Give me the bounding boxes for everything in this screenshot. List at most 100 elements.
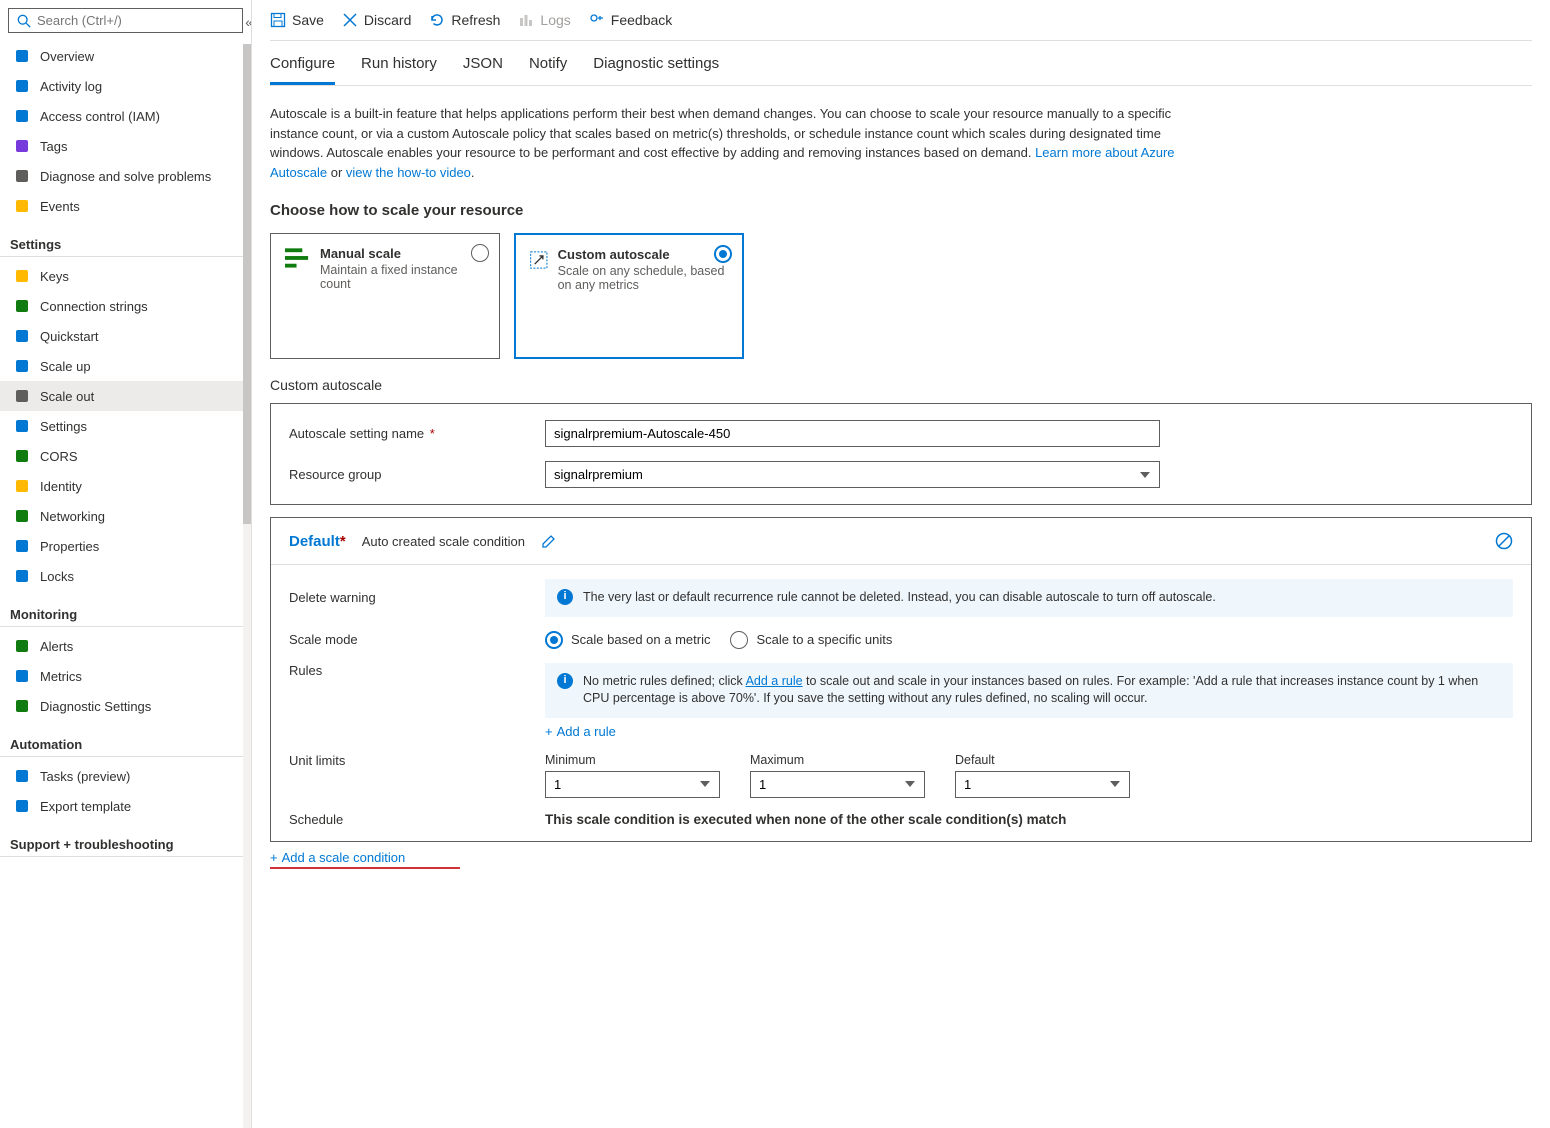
info-icon: i (557, 673, 573, 689)
sidebar-item-scale-out[interactable]: Scale out (0, 381, 251, 411)
tags-icon (14, 138, 30, 154)
scaleup-icon (14, 358, 30, 374)
condition-header: Default* Auto created scale condition (271, 518, 1531, 565)
gear-icon (14, 418, 30, 434)
discard-icon (342, 12, 358, 28)
sidebar-item-connection-strings[interactable]: Connection strings (0, 291, 251, 321)
rules-label: Rules (289, 663, 545, 678)
manual-scale-sub: Maintain a fixed instance count (320, 263, 485, 291)
sidebar-item-label: Tasks (preview) (40, 769, 130, 784)
default-label: Default (955, 753, 1130, 767)
networking-icon (14, 508, 30, 524)
delete-condition-icon[interactable] (1495, 532, 1513, 550)
alerts-icon (14, 638, 30, 654)
refresh-button[interactable]: Refresh (429, 12, 500, 28)
custom-autoscale-icon (530, 247, 548, 273)
resource-group-label: Resource group (289, 467, 545, 482)
custom-autoscale-title: Custom autoscale (558, 247, 728, 262)
sidebar-item-label: Quickstart (40, 329, 99, 344)
autoscale-name-input[interactable] (545, 420, 1160, 447)
sidebar-item-properties[interactable]: Properties (0, 531, 251, 561)
sidebar-section-support-troubleshooting: Support + troubleshooting (0, 827, 243, 857)
save-icon (270, 12, 286, 28)
manual-scale-icon (285, 246, 310, 268)
sidebar-item-cors[interactable]: CORS (0, 441, 251, 471)
howto-video-link[interactable]: view the how-to video (346, 165, 471, 180)
sidebar-item-diagnostic-settings[interactable]: Diagnostic Settings (0, 691, 251, 721)
sidebar-item-tasks-preview-[interactable]: Tasks (preview) (0, 761, 251, 791)
diag-settings-icon (14, 698, 30, 714)
events-icon (14, 198, 30, 214)
activity-log-icon (14, 78, 30, 94)
sidebar-item-overview[interactable]: Overview (0, 41, 251, 71)
logs-button: Logs (518, 12, 570, 28)
autoscale-settings-panel: Autoscale setting name * Resource group (270, 403, 1532, 505)
sidebar-item-activity-log[interactable]: Activity log (0, 71, 251, 101)
delete-warning-label: Delete warning (289, 590, 545, 605)
resource-group-select[interactable] (545, 461, 1160, 488)
feedback-button[interactable]: Feedback (589, 12, 672, 28)
custom-autoscale-radio[interactable] (714, 245, 732, 263)
search-box[interactable] (8, 8, 243, 33)
sidebar-section-settings: Settings (0, 227, 243, 257)
tab-diagnostic-settings[interactable]: Diagnostic settings (593, 55, 719, 85)
sidebar-item-locks[interactable]: Locks (0, 561, 251, 591)
custom-autoscale-card[interactable]: Custom autoscale Scale on any schedule, … (514, 233, 744, 359)
tab-notify[interactable]: Notify (529, 55, 567, 85)
tab-configure[interactable]: Configure (270, 55, 335, 85)
save-button[interactable]: Save (270, 12, 324, 28)
sidebar-item-label: Alerts (40, 639, 73, 654)
diagnose-icon (14, 168, 30, 184)
custom-autoscale-heading: Custom autoscale (270, 377, 1532, 393)
search-input[interactable] (37, 13, 234, 28)
discard-button[interactable]: Discard (342, 12, 411, 28)
schedule-label: Schedule (289, 812, 545, 827)
delete-warning-box: i The very last or default recurrence ru… (545, 579, 1513, 617)
minimum-select[interactable] (545, 771, 720, 798)
export-icon (14, 798, 30, 814)
add-scale-condition-link[interactable]: + Add a scale condition (270, 850, 460, 869)
autoscale-name-label: Autoscale setting name * (289, 426, 545, 441)
sidebar-item-access-control-iam-[interactable]: Access control (IAM) (0, 101, 251, 131)
refresh-label: Refresh (451, 12, 500, 28)
add-rule-inline-link[interactable]: Add a rule (746, 674, 803, 688)
properties-icon (14, 538, 30, 554)
manual-scale-title: Manual scale (320, 246, 485, 261)
default-select[interactable] (955, 771, 1130, 798)
sidebar-item-metrics[interactable]: Metrics (0, 661, 251, 691)
manual-scale-radio[interactable] (471, 244, 489, 262)
maximum-label: Maximum (750, 753, 925, 767)
tab-run-history[interactable]: Run history (361, 55, 437, 85)
sidebar-item-label: Metrics (40, 669, 82, 684)
sidebar-item-alerts[interactable]: Alerts (0, 631, 251, 661)
collapse-sidebar-icon[interactable]: « (245, 14, 252, 30)
sidebar-item-diagnose-and-solve-problems[interactable]: Diagnose and solve problems (0, 161, 251, 191)
sidebar-item-identity[interactable]: Identity (0, 471, 251, 501)
locks-icon (14, 568, 30, 584)
sidebar-item-label: Access control (IAM) (40, 109, 160, 124)
sidebar-item-networking[interactable]: Networking (0, 501, 251, 531)
sidebar-item-label: Tags (40, 139, 67, 154)
add-rule-link[interactable]: + Add a rule (545, 724, 616, 739)
identity-icon (14, 478, 30, 494)
main-content: Save Discard Refresh Logs Feedback Confi… (252, 0, 1550, 1128)
sidebar-item-scale-up[interactable]: Scale up (0, 351, 251, 381)
scale-metric-radio[interactable]: Scale based on a metric (545, 631, 710, 649)
sidebar-item-settings[interactable]: Settings (0, 411, 251, 441)
scale-units-radio[interactable]: Scale to a specific units (730, 631, 892, 649)
edit-condition-icon[interactable] (541, 533, 557, 549)
sidebar-item-export-template[interactable]: Export template (0, 791, 251, 821)
sidebar-scrollbar[interactable] (243, 44, 251, 1128)
sidebar-item-label: Events (40, 199, 80, 214)
maximum-select[interactable] (750, 771, 925, 798)
tab-json[interactable]: JSON (463, 55, 503, 85)
sidebar-item-tags[interactable]: Tags (0, 131, 251, 161)
info-icon: i (557, 589, 573, 605)
sidebar-item-label: Locks (40, 569, 74, 584)
sidebar-item-quickstart[interactable]: Quickstart (0, 321, 251, 351)
schedule-text: This scale condition is executed when no… (545, 812, 1513, 827)
manual-scale-card[interactable]: Manual scale Maintain a fixed instance c… (270, 233, 500, 359)
sidebar-item-keys[interactable]: Keys (0, 261, 251, 291)
sidebar-item-label: Export template (40, 799, 131, 814)
sidebar-item-events[interactable]: Events (0, 191, 251, 221)
